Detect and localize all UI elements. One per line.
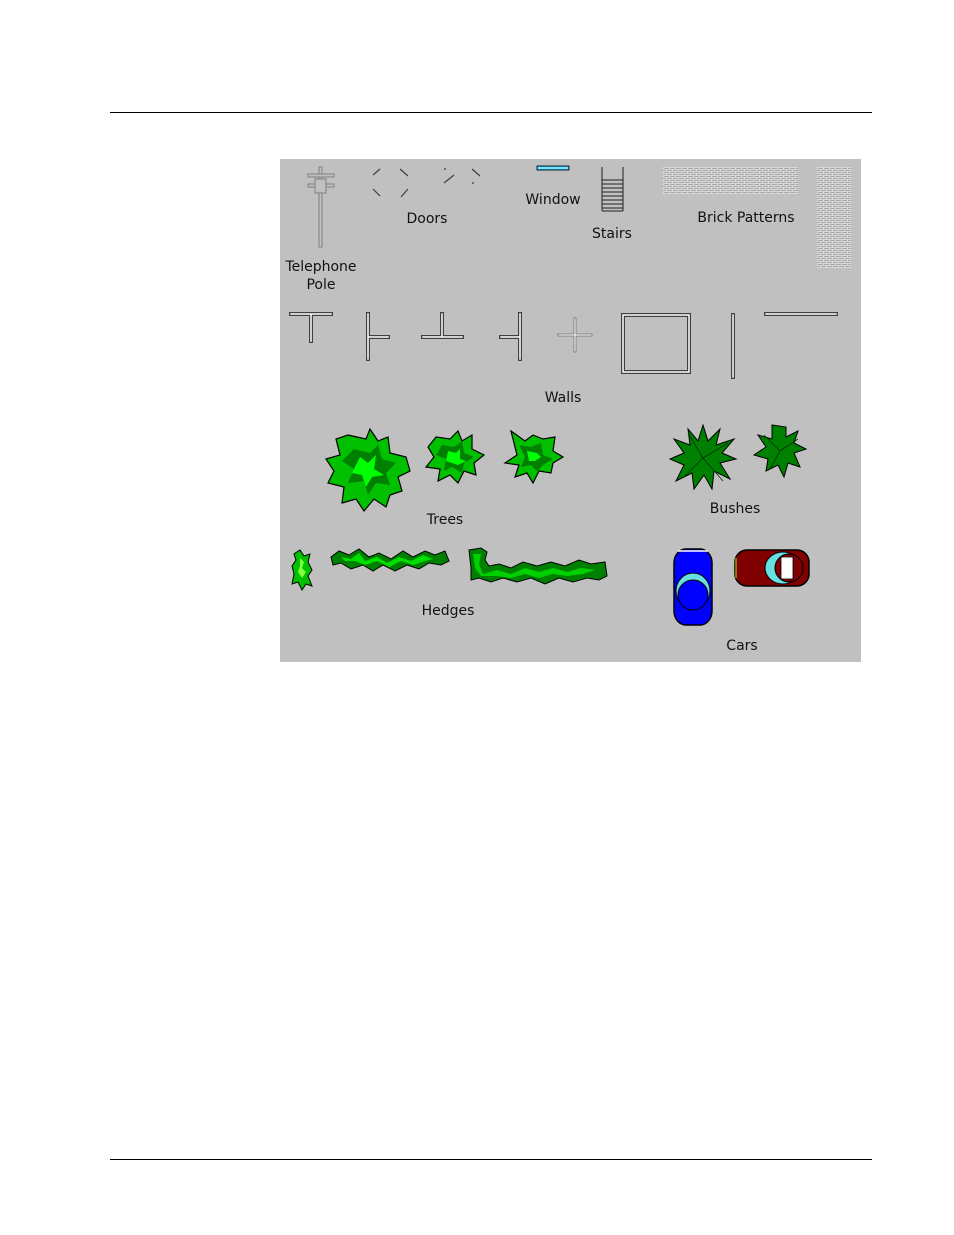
brick-pattern-vertical-icon[interactable] [817, 167, 851, 268]
doors-icon[interactable] [370, 167, 490, 201]
cars-label: Cars [726, 638, 758, 654]
brick-pattern-horizontal-icon[interactable] [663, 167, 798, 194]
car-blue-icon[interactable] [672, 547, 714, 627]
hedges-label: Hedges [421, 603, 475, 619]
car-red-icon[interactable] [733, 548, 811, 588]
footer-rule [110, 1159, 872, 1160]
bush-large-icon[interactable] [668, 423, 738, 493]
telephone-pole-label: Telephone Pole [285, 259, 357, 293]
wall-t-right-icon[interactable] [499, 312, 522, 361]
doors-label: Doors [406, 211, 448, 227]
stairs-label: Stairs [592, 226, 632, 242]
tree-large-icon[interactable] [325, 427, 412, 513]
hedge-l-shape-icon[interactable] [467, 547, 609, 590]
symbol-palette: Telephone Pole Doors Window Stairs Brick… [280, 159, 861, 662]
telephone-pole-icon[interactable] [306, 166, 336, 249]
hedge-small-icon[interactable] [290, 548, 314, 591]
window-icon[interactable] [536, 165, 570, 172]
brick-patterns-label: Brick Patterns [697, 210, 795, 226]
wall-room-icon[interactable] [621, 313, 691, 374]
walls-icons [289, 312, 838, 379]
window-label: Window [525, 192, 581, 208]
wall-cross-icon[interactable] [557, 317, 593, 353]
stairs-icon[interactable] [601, 167, 625, 213]
walls-label: Walls [544, 390, 582, 406]
trees-label: Trees [426, 512, 464, 528]
bush-small-icon[interactable] [752, 423, 808, 479]
wall-t-bottom-icon[interactable] [421, 312, 464, 339]
tree-small-icon[interactable] [503, 427, 565, 485]
wall-t-left-icon[interactable] [366, 312, 390, 361]
hedge-long-icon[interactable] [329, 547, 451, 575]
header-rule [110, 112, 872, 113]
bushes-label: Bushes [709, 501, 761, 517]
tree-medium-icon[interactable] [424, 427, 486, 485]
wall-t-top-icon[interactable] [289, 312, 333, 343]
